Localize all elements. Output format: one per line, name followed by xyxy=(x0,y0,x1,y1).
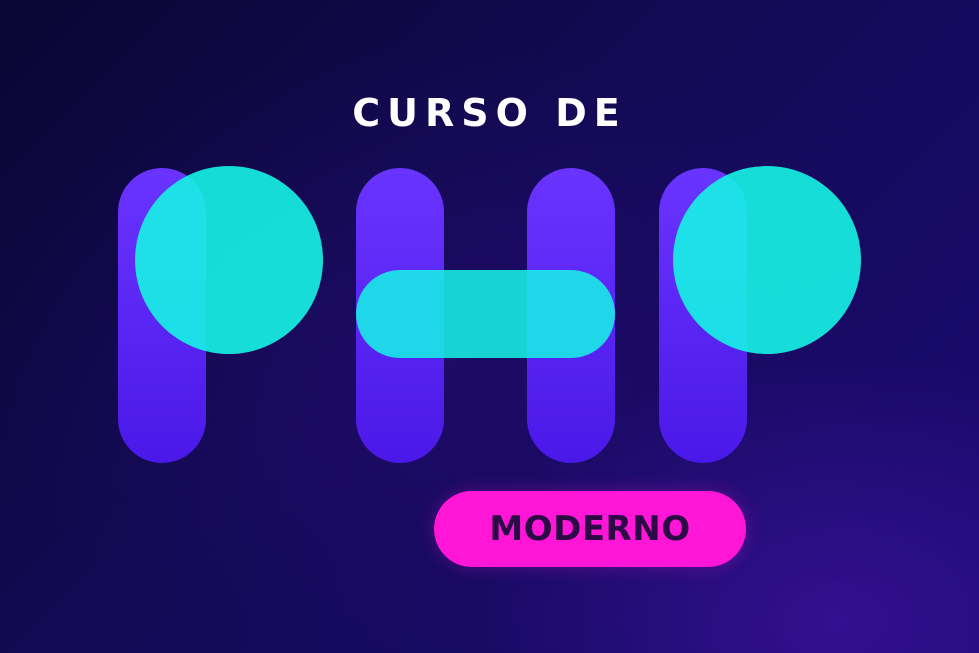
logo-bowl-p-right xyxy=(673,166,861,354)
badge-label: MODERNO xyxy=(489,509,691,549)
moderno-badge: MODERNO xyxy=(434,491,746,567)
php-logo-letter-h xyxy=(356,168,615,463)
logo-bowl-p-left xyxy=(135,166,323,354)
logo-crossbar-h xyxy=(356,270,615,358)
php-logo-letter-p-left xyxy=(118,166,323,463)
banner: CURSO DE MODERNO xyxy=(0,0,979,653)
php-logo-letter-p-right xyxy=(659,166,861,463)
